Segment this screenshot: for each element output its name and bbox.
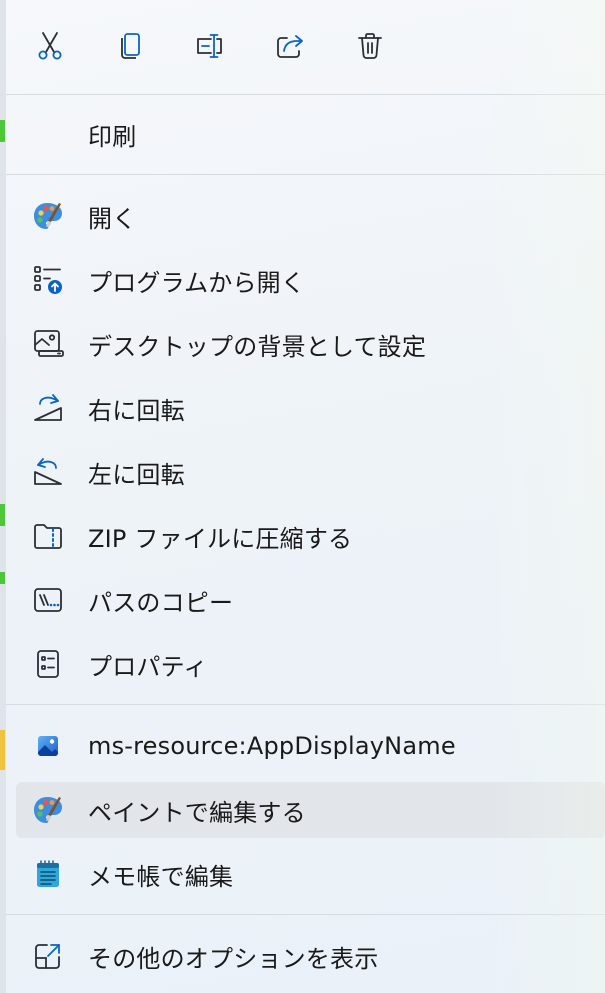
menu-item-edit-with-notepad[interactable]: メモ帳で編集 — [16, 846, 605, 902]
menu-item-label: デスクトップの背景として設定 — [88, 332, 427, 361]
notepad-icon — [32, 858, 64, 890]
menu-item-set-wallpaper[interactable]: デスクトップの背景として設定 — [16, 316, 605, 372]
context-menu: 印刷 開く プログラムから開く デスクトップの背景として設定 右に回転 左に回転… — [6, 0, 605, 993]
separator — [6, 914, 605, 915]
scissors-icon — [38, 32, 62, 60]
menu-item-edit-with-paint[interactable]: ペイントで編集する — [16, 782, 605, 838]
menu-item-compress-zip[interactable]: ZIP ファイルに圧縮する — [16, 508, 605, 564]
menu-item-label: ms-resource:AppDisplayName — [88, 732, 456, 760]
share-button[interactable] — [270, 26, 310, 66]
menu-item-label: 左に回転 — [88, 460, 185, 489]
copy-path-icon — [32, 584, 64, 616]
separator — [6, 94, 605, 95]
menu-item-properties[interactable]: プロパティ — [16, 636, 605, 692]
menu-item-rotate-right[interactable]: 右に回転 — [16, 380, 605, 436]
menu-item-label: ZIP ファイルに圧縮する — [88, 524, 353, 553]
rotate-left-icon — [32, 456, 64, 488]
edge-color-mark — [0, 504, 5, 526]
zip-folder-icon — [32, 520, 64, 552]
menu-item-label: パスのコピー — [88, 588, 234, 617]
paint-icon — [32, 200, 64, 232]
copy-icon — [121, 33, 140, 59]
open-with-icon — [32, 264, 64, 296]
menu-item-label: 開く — [88, 204, 137, 233]
menu-item-rotate-left[interactable]: 左に回転 — [16, 444, 605, 500]
menu-item-open[interactable]: 開く — [16, 188, 605, 244]
context-menu-toolbar — [6, 0, 605, 94]
delete-button[interactable] — [350, 26, 390, 66]
menu-item-app-display-name[interactable]: ms-resource:AppDisplayName — [16, 718, 605, 774]
menu-item-label: プロパティ — [88, 652, 208, 681]
rotate-right-icon — [32, 392, 64, 424]
menu-item-label: ペイントで編集する — [88, 798, 306, 827]
menu-item-print[interactable]: 印刷 — [16, 106, 605, 162]
edge-color-mark — [0, 120, 5, 142]
separator — [6, 174, 605, 175]
menu-item-show-more-options[interactable]: その他のオプションを表示 — [16, 928, 605, 984]
menu-item-copy-path[interactable]: パスのコピー — [16, 572, 605, 628]
paint-icon — [32, 794, 64, 826]
menu-item-label: 右に回転 — [88, 396, 185, 425]
copy-button[interactable] — [110, 26, 150, 66]
wallpaper-icon — [32, 328, 64, 360]
menu-item-label: 印刷 — [88, 122, 137, 151]
edge-color-mark — [0, 572, 5, 584]
rename-button[interactable] — [190, 26, 230, 66]
external-link-icon — [32, 940, 64, 972]
separator — [6, 704, 605, 705]
rename-icon — [197, 34, 222, 58]
photos-app-icon — [32, 730, 64, 762]
edge-color-mark — [0, 730, 5, 770]
properties-icon — [32, 648, 64, 680]
menu-item-open-with[interactable]: プログラムから開く — [16, 252, 605, 308]
menu-item-label: プログラムから開く — [88, 268, 306, 297]
share-icon — [277, 35, 303, 58]
menu-item-label: その他のオプションを表示 — [88, 944, 379, 973]
cut-button[interactable] — [30, 26, 70, 66]
trash-icon — [358, 33, 382, 59]
menu-item-label: メモ帳で編集 — [88, 862, 234, 891]
